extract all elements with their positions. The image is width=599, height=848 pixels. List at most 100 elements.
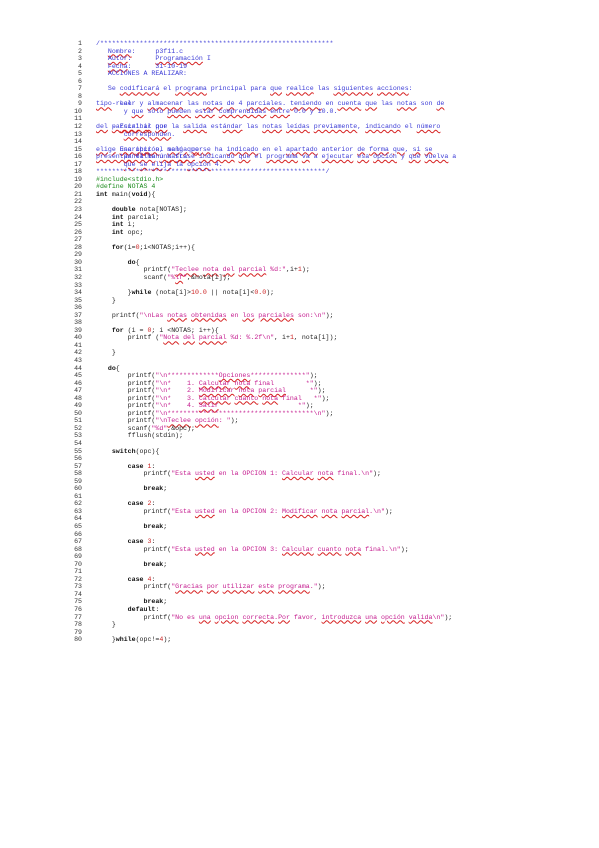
code-line: 16 elige una opción, salga por pantalla u… xyxy=(0,146,599,161)
code-token: parcial xyxy=(258,387,286,395)
code-token: 4 xyxy=(234,100,247,108)
wrapped-text: elige una opción, salga por xyxy=(96,146,203,154)
line-number: 44 xyxy=(74,364,82,372)
line-number: 23 xyxy=(74,206,82,214)
code-token: usted xyxy=(194,507,215,515)
code-token: Autor xyxy=(107,55,128,63)
code-token: en xyxy=(321,100,338,108)
line-number: 50 xyxy=(74,409,82,417)
code-token: opción xyxy=(135,145,160,153)
code-text: y que sólo pueden estar comprendidas ent… xyxy=(96,108,338,116)
code-line: 26 int opc; xyxy=(0,229,599,237)
code-token: la xyxy=(171,160,188,168)
line-number: 16 xyxy=(74,153,82,161)
line-number: 77 xyxy=(74,613,82,621)
code-token: que xyxy=(155,123,168,131)
code-text: break; xyxy=(96,485,167,493)
code-token: break xyxy=(143,485,164,493)
code-line: 38 xyxy=(0,319,599,327)
code-line: 60 break; xyxy=(0,485,599,493)
code-token: : xyxy=(155,606,160,614)
line-number: 21 xyxy=(74,190,82,198)
code-token: ); xyxy=(163,636,172,644)
code-line: 28 for(i=0;i<NOTAS;i++){ xyxy=(0,244,599,252)
code-token: ." xyxy=(309,583,318,591)
code-text: case 1: xyxy=(96,463,156,471)
line-number: 22 xyxy=(74,198,82,206)
code-text: printf("Teclee nota del parcial %d:",i+1… xyxy=(96,266,309,274)
code-token: "\n* 1. xyxy=(155,379,199,387)
line-number: 8 xyxy=(78,92,82,100)
line-number: 28 xyxy=(74,243,82,251)
line-number: 7 xyxy=(78,85,82,93)
code-token: nota xyxy=(321,507,338,515)
code-token: del xyxy=(183,334,195,342)
code-token: printf( xyxy=(96,470,172,478)
code-token: printf( xyxy=(96,417,156,425)
code-line: 21 int main(void){ xyxy=(0,191,599,199)
code-line: 51 printf("\nTeclee opción: "); xyxy=(0,417,599,425)
code-token: Modificar xyxy=(282,507,318,515)
code-text: for(i=0;i<NOTAS;i++){ xyxy=(96,244,195,252)
code-token: (i = xyxy=(123,326,148,334)
line-number: 47 xyxy=(74,387,82,395)
code-token: ; xyxy=(163,598,168,606)
code-text: ****************************************… xyxy=(96,168,329,176)
code-text: fflush(stdin); xyxy=(96,432,183,440)
line-number: 39 xyxy=(74,326,82,334)
code-line: 32 scanf("%lf",&nota[i]); xyxy=(0,274,599,282)
code-token: final *" xyxy=(278,394,322,402)
line-number: 74 xyxy=(74,590,82,598)
code-token: principal para xyxy=(206,85,271,93)
code-token: "\n*************************************… xyxy=(155,409,326,417)
code-line: 77 printf("No es una opcion correcta.Por… xyxy=(0,614,599,622)
code-token: printf( xyxy=(96,545,172,553)
code-token: break xyxy=(143,560,164,568)
code-token: del xyxy=(222,266,235,274)
code-line: 61 xyxy=(0,493,599,501)
code-line: 46 printf("\n* 1. Calcular nota final *"… xyxy=(0,380,599,388)
code-token: printf( xyxy=(96,613,172,621)
code-line: 39 for (i = 0; i <NOTAS; i++){ xyxy=(0,327,599,335)
code-text: Fecha: 31-10-19 xyxy=(96,63,187,71)
code-token: for xyxy=(111,243,124,251)
code-token: ; xyxy=(163,560,168,568)
code-token: lf xyxy=(175,273,184,281)
code-token: el xyxy=(400,123,417,131)
line-number: 15 xyxy=(74,145,82,153)
line-number: 76 xyxy=(74,606,82,614)
line-number: 66 xyxy=(74,530,82,538)
code-token: Teclee xyxy=(175,266,199,274)
line-number: 59 xyxy=(74,477,82,485)
code-token: : p3f11.c xyxy=(131,47,184,55)
code-token: a xyxy=(309,153,322,161)
code-token: son:\n" xyxy=(293,311,326,319)
code-token: nota xyxy=(202,266,219,274)
code-token: "No es xyxy=(171,613,199,621)
code-token: parcial; xyxy=(123,213,160,221)
code-token: { xyxy=(115,364,120,372)
line-number: 31 xyxy=(74,266,82,274)
code-token: Gracias xyxy=(175,583,203,591)
code-token: printf ( xyxy=(96,334,160,342)
code-token: opción xyxy=(381,613,405,621)
line-number: 17 xyxy=(74,160,82,168)
code-line: 80 }while(opc!=4); xyxy=(0,636,599,644)
line-number: 58 xyxy=(74,470,82,478)
code-token: si xyxy=(412,145,421,153)
line-number: 46 xyxy=(74,379,82,387)
code-token: ha xyxy=(210,145,227,153)
code-token: (opc!= xyxy=(135,636,160,644)
code-line: 11 xyxy=(0,115,599,123)
code-text: printf("\nLas notas obtenidas en los par… xyxy=(96,312,334,320)
code-token: notas xyxy=(202,100,223,108)
code-token: ,&nota[i]); xyxy=(187,273,231,281)
code-token: favor, xyxy=(289,613,322,621)
code-token: "\n* 2. xyxy=(155,387,199,395)
code-token: Calcular xyxy=(198,394,231,402)
